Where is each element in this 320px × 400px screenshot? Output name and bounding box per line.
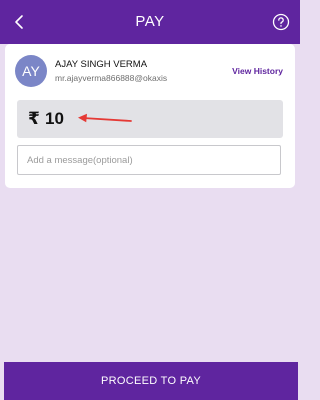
payee-upi-id: mr.ajayverma866888@okaxis [55,73,168,83]
rupee-symbol: ₹ [28,109,40,128]
amount-value: 10 [45,109,64,128]
view-history-link[interactable]: View History [232,66,283,76]
payee-name: AJAY SINGH VERMA [55,59,148,70]
page-title: PAY [135,13,165,30]
message-field[interactable] [17,145,281,175]
message-input[interactable] [18,146,280,174]
red-arrow-icon [78,113,132,123]
amount-field[interactable]: ₹ 10 [17,100,283,138]
proceed-to-pay-button[interactable]: PROCEED TO PAY [4,362,298,400]
help-icon [272,13,290,31]
payment-card: AY AJAY SINGH VERMA mr.ajayverma866888@o… [5,44,295,188]
avatar: AY [15,55,47,87]
help-button[interactable] [268,9,294,35]
app-header: PAY [0,0,300,44]
